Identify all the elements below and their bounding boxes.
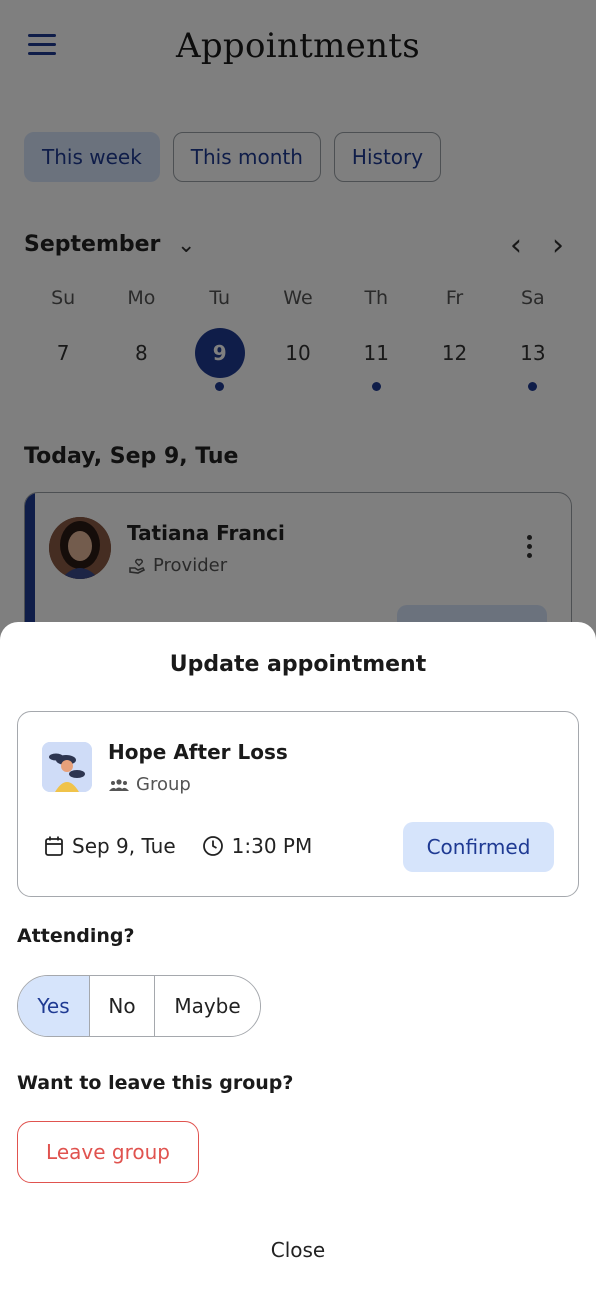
group-type: Group [108, 774, 191, 795]
group-type-label: Group [136, 774, 191, 795]
group-icon [109, 778, 129, 791]
group-image [42, 742, 92, 792]
attending-yes-option[interactable]: Yes [18, 976, 90, 1036]
calendar-icon [45, 836, 63, 856]
status-badge: Confirmed [403, 822, 554, 872]
appointment-time: 1:30 PM [231, 834, 313, 858]
appointment-date: Sep 9, Tue [72, 834, 176, 858]
sheet-title: Update appointment [169, 652, 427, 677]
leave-question: Want to leave this group? [17, 1072, 294, 1094]
update-appointment-sheet: Update appointment Hope After Loss Group… [0, 622, 596, 1302]
attending-segmented-control: Yes No Maybe [17, 975, 261, 1037]
appointment-meta: Sep 9, Tue 1:30 PM [44, 834, 338, 858]
appointment-summary-card: Hope After Loss Group Sep 9, Tue 1:30 PM… [17, 711, 579, 897]
attending-question: Attending? [17, 925, 135, 947]
clock-icon [202, 836, 223, 856]
leave-group-button[interactable]: Leave group [17, 1121, 199, 1183]
group-name: Hope After Loss [108, 740, 288, 764]
attending-no-option[interactable]: No [90, 976, 155, 1036]
close-button[interactable]: Close [0, 1238, 596, 1262]
attending-maybe-option[interactable]: Maybe [155, 976, 260, 1036]
